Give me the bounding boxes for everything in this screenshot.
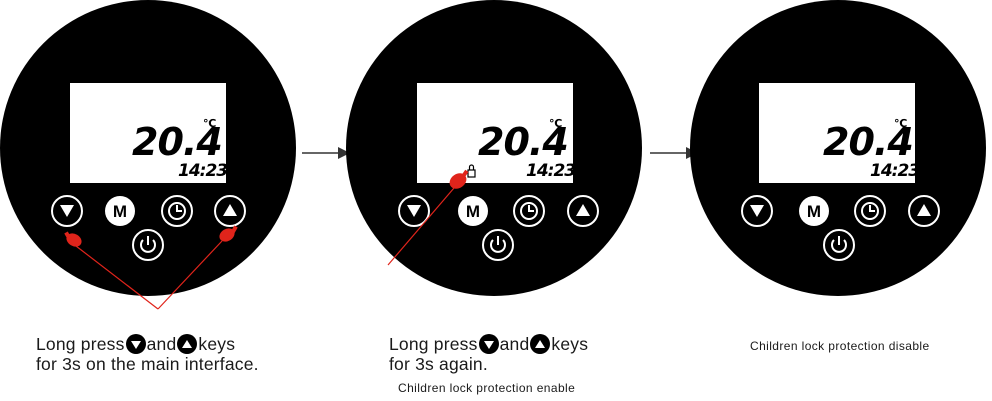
mode-key[interactable]: M xyxy=(799,196,829,226)
mode-key-icon: M xyxy=(113,202,127,221)
thermostat-panel-1: 20.4 ℃ 14:23 M xyxy=(0,0,300,310)
caption-step-2: Long press and keys for 3s again. xyxy=(389,334,689,374)
caption-step-2-line2: for 3s again. xyxy=(389,354,488,374)
caption-step-1-line2: for 3s on the main interface. xyxy=(36,354,259,374)
lcd-unit: ℃ xyxy=(894,117,907,130)
caption-suffix: keys xyxy=(551,334,589,354)
power-key[interactable] xyxy=(482,229,514,261)
lcd-time: 14:23 xyxy=(526,161,575,181)
right-arrow-icon xyxy=(302,147,350,159)
up-triangle-icon xyxy=(530,334,551,354)
up-key[interactable] xyxy=(214,195,246,227)
caption-middle: and xyxy=(146,334,177,354)
power-key[interactable] xyxy=(132,229,164,261)
caption-step-2-line1: Long press and keys xyxy=(389,334,689,354)
caption-prefix: Long press xyxy=(389,334,478,354)
clock-key[interactable] xyxy=(161,195,193,227)
caption-step-1: Long press and keys for 3s on the main int… xyxy=(36,334,346,374)
mode-key[interactable]: M xyxy=(105,196,135,226)
down-key[interactable] xyxy=(51,195,83,227)
caption-step-3-note: Children lock protection disable xyxy=(750,339,930,353)
mode-key-icon: M xyxy=(466,202,480,221)
caption-step-1-line1: Long press and keys xyxy=(36,334,346,354)
clock-key[interactable] xyxy=(513,195,545,227)
caption-step-2-note: Children lock protection enable xyxy=(398,381,576,395)
thermostat-panel-2: 20.4 ℃ 14:23 M xyxy=(346,0,646,310)
up-triangle-icon xyxy=(177,334,198,354)
thermostat-panel-3: 20.4 ℃ 14:23 M xyxy=(690,0,990,310)
caption-prefix: Long press xyxy=(36,334,125,354)
lcd-time: 14:23 xyxy=(178,161,227,181)
clock-key[interactable] xyxy=(854,195,886,227)
power-key[interactable] xyxy=(823,229,855,261)
down-triangle-icon xyxy=(125,334,146,354)
caption-middle: and xyxy=(499,334,530,354)
lcd-unit: ℃ xyxy=(203,117,216,130)
up-key[interactable] xyxy=(567,195,599,227)
lcd-time: 14:23 xyxy=(870,161,919,181)
down-triangle-icon xyxy=(478,334,499,354)
caption-suffix: keys xyxy=(198,334,236,354)
down-key[interactable] xyxy=(741,195,773,227)
mode-key[interactable]: M xyxy=(458,196,488,226)
mode-key-icon: M xyxy=(807,202,821,221)
up-key[interactable] xyxy=(908,195,940,227)
lcd-unit: ℃ xyxy=(549,117,562,130)
